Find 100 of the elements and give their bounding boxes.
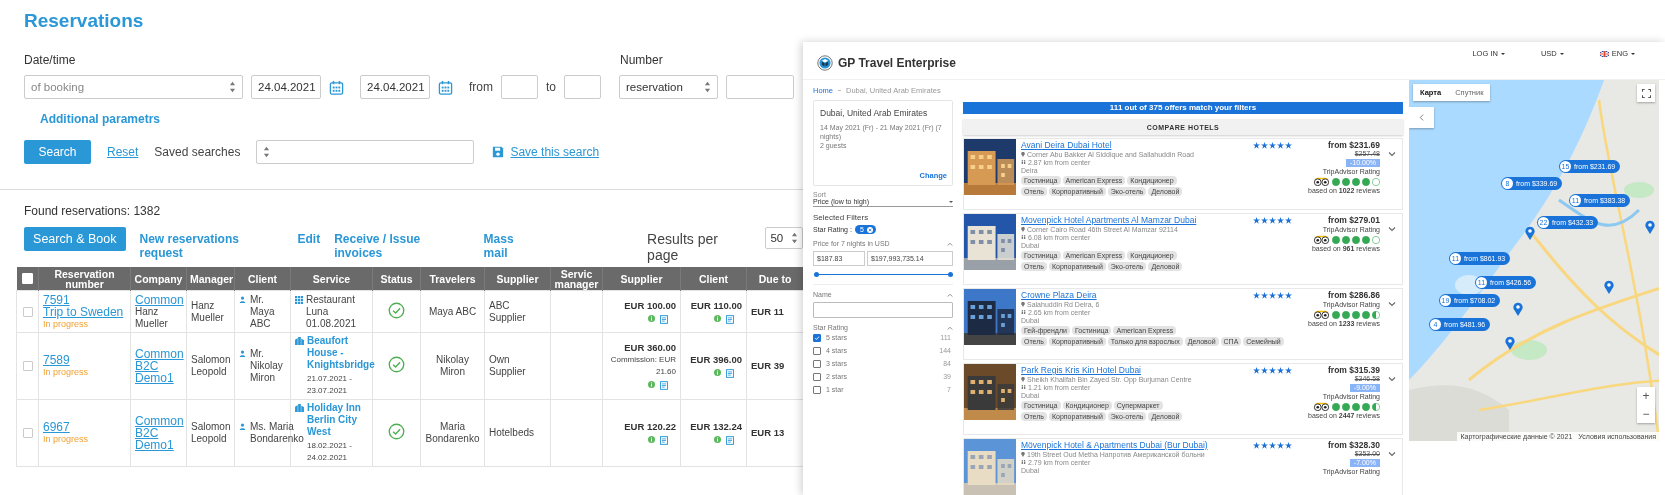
number-type-select[interactable]: reservation — [619, 75, 718, 99]
range-to-field[interactable] — [564, 75, 601, 99]
map-pin-icon[interactable] — [1525, 226, 1535, 240]
info-icon[interactable] — [714, 314, 721, 322]
chevron-down-icon[interactable] — [1388, 227, 1396, 232]
map-pin-icon[interactable] — [1645, 220, 1655, 234]
date-field[interactable]: 24.04.2021 — [360, 75, 430, 99]
column-header: Supplier — [496, 272, 539, 285]
hotel-link[interactable]: Holiday Inn Berlin City West — [307, 402, 368, 438]
calendar-icon[interactable] — [329, 79, 344, 95]
building-icon — [295, 404, 304, 412]
reservation-link[interactable]: 6967 — [43, 421, 126, 433]
hotel-name-link[interactable]: Movenpick Hotel Apartments Al Mamzar Dubai — [1021, 215, 1197, 225]
check-circle-icon — [388, 301, 405, 319]
date-type-select[interactable]: of booking — [24, 75, 243, 99]
client-name: Ms. Maria Bondarenko — [250, 421, 304, 445]
hotel-price: from $286.86 — [1328, 290, 1380, 300]
price-slider[interactable] — [816, 272, 950, 277]
column-header: Servic manager — [554, 267, 599, 290]
range-from-field[interactable] — [501, 75, 538, 99]
slider-handle[interactable] — [947, 272, 953, 277]
hotel-name-link[interactable]: Mövenpick Hotel & Apartments Dubai (Bur Dubai) — [1021, 440, 1208, 450]
document-icon[interactable] — [660, 436, 668, 445]
document-icon[interactable] — [726, 436, 734, 445]
service-date: 01.08.2021 — [306, 317, 358, 330]
traveler-name: Nikolay Miron — [436, 354, 469, 377]
reservation-link[interactable]: 7589 — [43, 354, 126, 366]
check-circle-icon — [388, 356, 405, 373]
info-icon[interactable] — [714, 436, 721, 443]
location-pin-icon — [1021, 301, 1025, 307]
chevron-up-icon[interactable] — [947, 292, 953, 297]
grid-icon — [295, 295, 303, 304]
slider-handle[interactable] — [813, 272, 819, 277]
map-pin-icon[interactable] — [1513, 302, 1523, 316]
people-icon — [1021, 460, 1026, 464]
hotel-name-link[interactable]: Crowne Plaza Deira — [1021, 290, 1097, 300]
name-field[interactable] — [813, 302, 953, 318]
status-text: In progress — [43, 433, 90, 445]
caret-icon — [1631, 52, 1635, 55]
calendar-icon[interactable] — [438, 79, 453, 95]
info-icon[interactable] — [648, 381, 655, 388]
document-icon[interactable] — [660, 381, 668, 390]
page-title: Reservations — [23, 9, 145, 33]
search-and-book-button[interactable]: Search & Book — [24, 227, 126, 251]
row-checkbox[interactable] — [22, 306, 33, 317]
zoom-in-button[interactable]: + — [1637, 387, 1655, 405]
destination-text: Dubai, United Arab Emirates — [820, 108, 929, 118]
trip-link[interactable]: Trip to Sweden — [43, 305, 126, 318]
field-label: Date/time — [24, 53, 77, 68]
action-link[interactable]: Receive / Issue invoices — [334, 227, 470, 260]
star-checkbox[interactable] — [813, 385, 821, 394]
save-icon[interactable] — [492, 146, 505, 158]
action-link[interactable]: Mass mail — [483, 227, 520, 260]
person-icon — [239, 423, 246, 430]
document-icon[interactable] — [726, 369, 734, 378]
chevron-down-icon[interactable] — [1388, 452, 1396, 457]
row-checkbox[interactable] — [22, 361, 33, 372]
star-checkbox[interactable] — [813, 359, 821, 368]
hotel-link[interactable]: Beaufort House - Knightsbridge — [307, 335, 375, 371]
map-pin-icon[interactable] — [1505, 336, 1515, 350]
column-header: Reservation number — [54, 267, 115, 290]
zoom-out-button[interactable]: − — [1637, 405, 1655, 423]
reset-link[interactable]: Reset — [107, 145, 139, 159]
company-link[interactable]: Common — [135, 293, 182, 306]
hotel-name-link[interactable]: Avani Deira Dubai Hotel — [1021, 140, 1112, 150]
chevron-down-icon[interactable] — [1388, 152, 1396, 157]
select-all-checkbox[interactable] — [21, 273, 33, 285]
chevron-up-icon[interactable] — [947, 325, 953, 330]
info-icon[interactable] — [648, 436, 655, 443]
reservation-link[interactable]: 7591 — [43, 293, 126, 306]
hotel-price: from $315.39 — [1328, 365, 1380, 375]
search-button[interactable]: Search — [24, 140, 91, 164]
company-person: Hanz Mueller — [135, 305, 169, 330]
action-link[interactable]: Edit — [297, 227, 321, 246]
row-checkbox[interactable] — [22, 428, 33, 439]
chevron-up-icon[interactable] — [947, 241, 953, 246]
action-link[interactable]: New reservations request — [139, 227, 284, 260]
star-checkbox[interactable] — [813, 346, 821, 355]
chevron-down-icon[interactable] — [1388, 302, 1396, 307]
star-checkbox[interactable] — [813, 333, 821, 342]
range-label: to — [546, 80, 556, 94]
chevron-down-icon[interactable] — [1388, 377, 1396, 382]
map-pin-icon[interactable] — [1604, 280, 1614, 294]
number-field[interactable] — [726, 75, 794, 99]
results-per-page-select[interactable]: 50 — [765, 227, 803, 249]
save-search-link[interactable]: Save this search — [510, 145, 600, 159]
date-field[interactable]: 24.04.2021 — [251, 75, 321, 99]
info-icon[interactable] — [714, 369, 721, 376]
document-icon[interactable] — [660, 314, 668, 324]
client-name: Mr. Nikolay Miron — [250, 348, 284, 384]
flag-icon — [1599, 50, 1609, 57]
person-icon — [239, 350, 246, 357]
document-icon[interactable] — [726, 314, 734, 324]
close-icon[interactable] — [866, 226, 873, 233]
star-checkbox[interactable] — [813, 372, 821, 381]
fullscreen-button[interactable] — [1637, 84, 1655, 102]
additional-parameters-link[interactable]: Additional parametrs — [40, 112, 803, 127]
owl-icon — [1313, 177, 1330, 186]
hotel-name-link[interactable]: Park Regis Kris Kin Hotel Dubai — [1021, 365, 1141, 375]
info-icon[interactable] — [648, 314, 655, 322]
